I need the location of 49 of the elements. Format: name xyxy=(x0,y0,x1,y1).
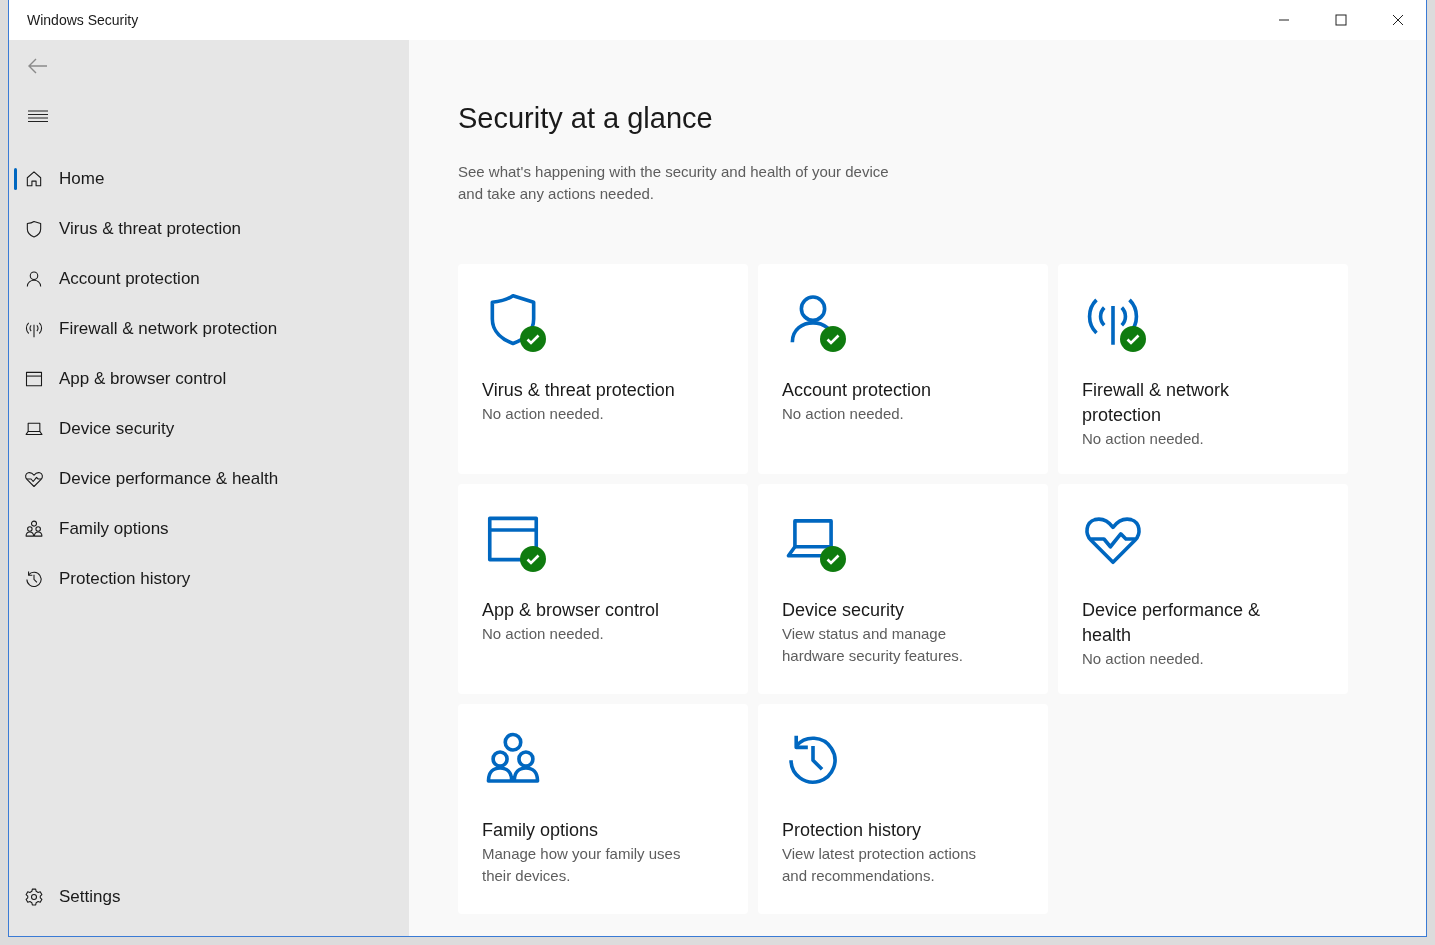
person-icon xyxy=(24,269,44,289)
status-card[interactable]: App & browser control No action needed. xyxy=(458,484,748,694)
card-status: No action needed. xyxy=(482,624,605,644)
nav-item[interactable]: Device performance & health xyxy=(14,456,285,502)
settings-nav-item[interactable]: Settings xyxy=(14,874,127,920)
settings-icon xyxy=(24,887,44,907)
card-title: Family options xyxy=(482,819,600,842)
card-title: Device security xyxy=(782,599,906,622)
card-title: App & browser control xyxy=(482,599,661,622)
card-status: Manage how your family uses their devices. xyxy=(482,844,682,886)
nav-item[interactable]: Family options xyxy=(14,506,175,552)
status-card[interactable]: Device performance & health No action needed. xyxy=(1058,484,1348,694)
status-card[interactable]: Firewall & network protection No action needed. xyxy=(1058,264,1348,474)
nav-item[interactable]: App & browser control xyxy=(14,356,233,402)
window-title: Windows Security xyxy=(26,12,140,28)
heart-pulse-icon xyxy=(24,469,44,489)
menu-icon xyxy=(28,109,48,123)
maximize-icon xyxy=(1334,14,1347,26)
family-icon xyxy=(24,519,44,539)
shield-icon xyxy=(24,219,44,239)
card-title: Protection history xyxy=(782,819,923,842)
nav-item[interactable]: Account protection xyxy=(14,256,206,302)
card-title: Virus & threat protection xyxy=(482,379,676,402)
page-description: See what's happening with the security and health of your device and take any actions needed. xyxy=(458,162,890,204)
status-card[interactable]: Account protection No action needed. xyxy=(758,264,1048,474)
nav-item[interactable]: Home xyxy=(14,156,111,202)
back-arrow-icon xyxy=(28,58,48,74)
history-icon xyxy=(24,569,44,589)
nav-item[interactable]: Firewall & network protection xyxy=(14,306,284,352)
card-status: No action needed. xyxy=(482,404,605,424)
nav-item[interactable]: Virus & threat protection xyxy=(14,206,248,252)
window-icon xyxy=(24,369,44,389)
card-status: View status and manage hardware security features. xyxy=(782,624,964,666)
home-icon xyxy=(24,169,44,189)
nav-item[interactable]: Device security xyxy=(14,406,181,452)
status-card[interactable]: Device security View status and manage hardware security features. xyxy=(758,484,1048,694)
card-title: Device performance & health xyxy=(1082,599,1262,647)
close-icon xyxy=(1391,14,1404,26)
card-status: View latest protection actions and recommendations. xyxy=(782,844,977,886)
nav-item[interactable]: Protection history xyxy=(14,556,197,602)
status-card[interactable]: Virus & threat protection No action needed. xyxy=(458,264,748,474)
card-status: No action needed. xyxy=(782,404,905,424)
status-card[interactable]: Protection history View latest protection actions and recommendations. xyxy=(758,704,1048,914)
card-title: Firewall & network protection xyxy=(1082,379,1231,427)
card-status: No action needed. xyxy=(1082,649,1205,669)
status-card[interactable]: Family options Manage how your family uses their devices. xyxy=(458,704,748,914)
card-title: Account protection xyxy=(782,379,933,402)
card-status: No action needed. xyxy=(1082,429,1205,449)
page-title: Security at a glance xyxy=(458,102,714,135)
